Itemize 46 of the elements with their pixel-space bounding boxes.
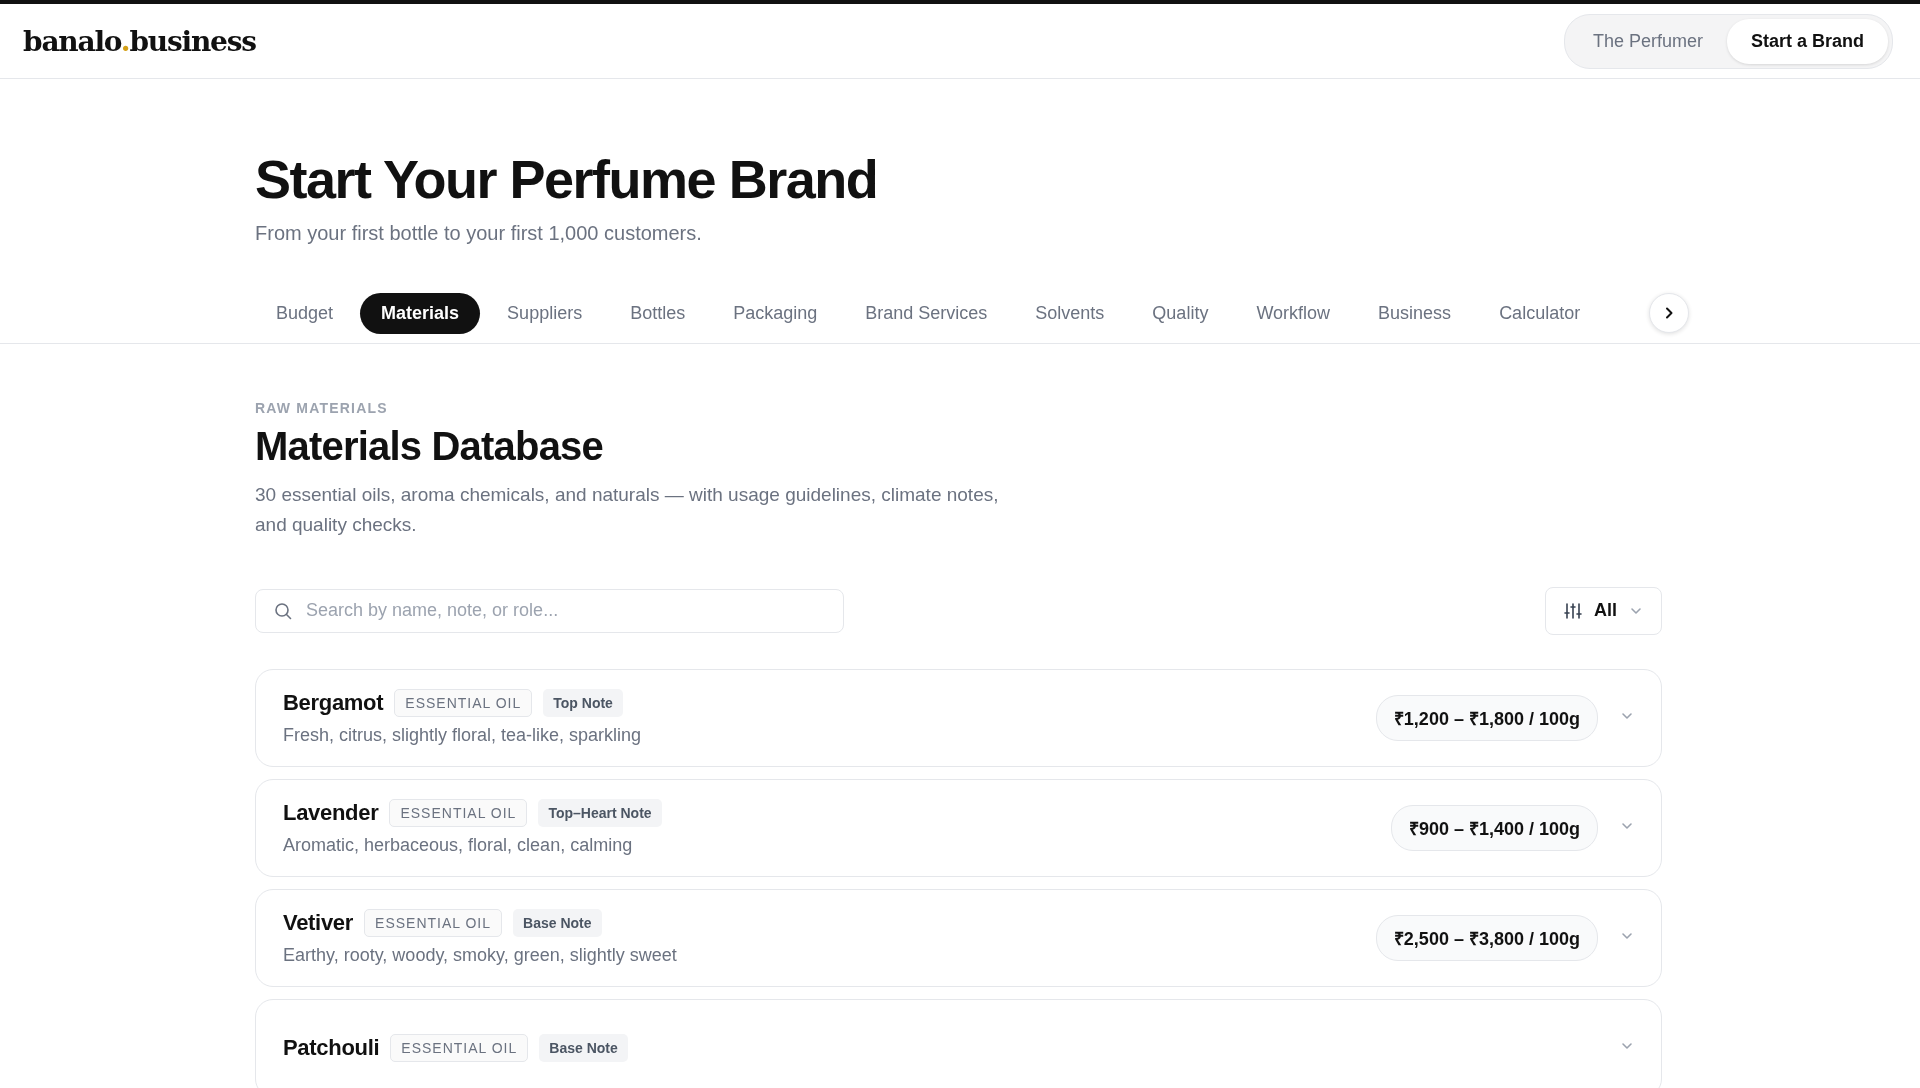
material-card[interactable]: Bergamot ESSENTIAL OIL Top Note Fresh, citrus, slightly floral, tea-like, sparkling ₹1,200 – ₹1,800 / 100g: [255, 668, 1662, 767]
section-tab[interactable]: Workflow: [1235, 292, 1352, 334]
section-tab[interactable]: Budget: [255, 292, 355, 334]
search-icon: [274, 601, 292, 620]
material-card[interactable]: Patchouli ESSENTIAL OIL Base Note: [255, 998, 1662, 1088]
sliders-icon: [1564, 601, 1582, 620]
material-name: Lavender: [283, 800, 379, 827]
price-range: ₹2,500 – ₹3,800 / 100g: [1375, 914, 1598, 961]
search-field[interactable]: Search by name, note, or role...: [255, 588, 844, 633]
note-tag: Base Note: [513, 909, 602, 938]
type-tag: ESSENTIAL OIL: [390, 1033, 529, 1062]
note-tag: Top Note: [543, 689, 623, 718]
section-title: Materials Database: [255, 422, 604, 470]
note-tag: Top–Heart Note: [538, 799, 662, 828]
section-tab[interactable]: Bottles: [609, 292, 707, 334]
nav-tab[interactable]: The Perfumer: [1568, 18, 1727, 64]
material-description: Aromatic, herbaceous, floral, clean, calming: [283, 835, 634, 857]
price-range: ₹1,200 – ₹1,800 / 100g: [1375, 694, 1598, 741]
nav-tab[interactable]: Start a Brand: [1726, 18, 1888, 64]
section-eyebrow: RAW MATERIALS: [255, 399, 389, 416]
material-description: Fresh, citrus, slightly floral, tea-like, sparkling: [283, 725, 643, 747]
section-tab[interactable]: Business: [1357, 292, 1473, 334]
material-card[interactable]: Vetiver ESSENTIAL OIL Base Note Earthy, rooty, woody, smoky, green, slightly sweet ₹2,500 – ₹3,800 / 100g: [255, 888, 1662, 987]
logo[interactable]: banalo.business: [23, 24, 256, 58]
price-range: ₹900 – ₹1,400 / 100g: [1390, 804, 1598, 851]
material-name: Bergamot: [283, 690, 384, 717]
note-tag: Base Note: [539, 1033, 628, 1062]
material-name: Patchouli: [283, 1034, 380, 1061]
material-description: Earthy, rooty, woody, smoky, green, slightly sweet: [283, 945, 678, 967]
section-tab[interactable]: Suppliers: [486, 292, 604, 334]
filter-dropdown[interactable]: All: [1545, 586, 1662, 635]
scroll-right-button[interactable]: [1649, 293, 1689, 334]
page-title: Start Your Perfume Brand: [255, 148, 879, 211]
section-tab[interactable]: Packaging: [712, 292, 839, 334]
type-tag: ESSENTIAL OIL: [364, 909, 503, 938]
type-tag: ESSENTIAL OIL: [394, 689, 533, 718]
material-card[interactable]: Lavender ESSENTIAL OIL Top–Heart Note Aromatic, herbaceous, floral, clean, calming ₹900 – ₹1,400 / 100g: [255, 778, 1662, 877]
section-tab[interactable]: Solvents: [1014, 292, 1126, 334]
page-subtitle: From your first bottle to your first 1,000 customers.: [255, 221, 703, 245]
section-tab[interactable]: Materials: [360, 292, 481, 334]
type-tag: ESSENTIAL OIL: [389, 799, 528, 828]
section-tab[interactable]: Quality: [1131, 292, 1230, 334]
section-description: 30 essential oils, aroma chemicals, and naturals — with usage guidelines, climate notes, and quality checks.: [255, 482, 1000, 537]
section-tab[interactable]: Brand Services: [844, 292, 1009, 334]
section-tab[interactable]: Calculator: [1478, 292, 1602, 334]
material-name: Vetiver: [283, 910, 354, 937]
